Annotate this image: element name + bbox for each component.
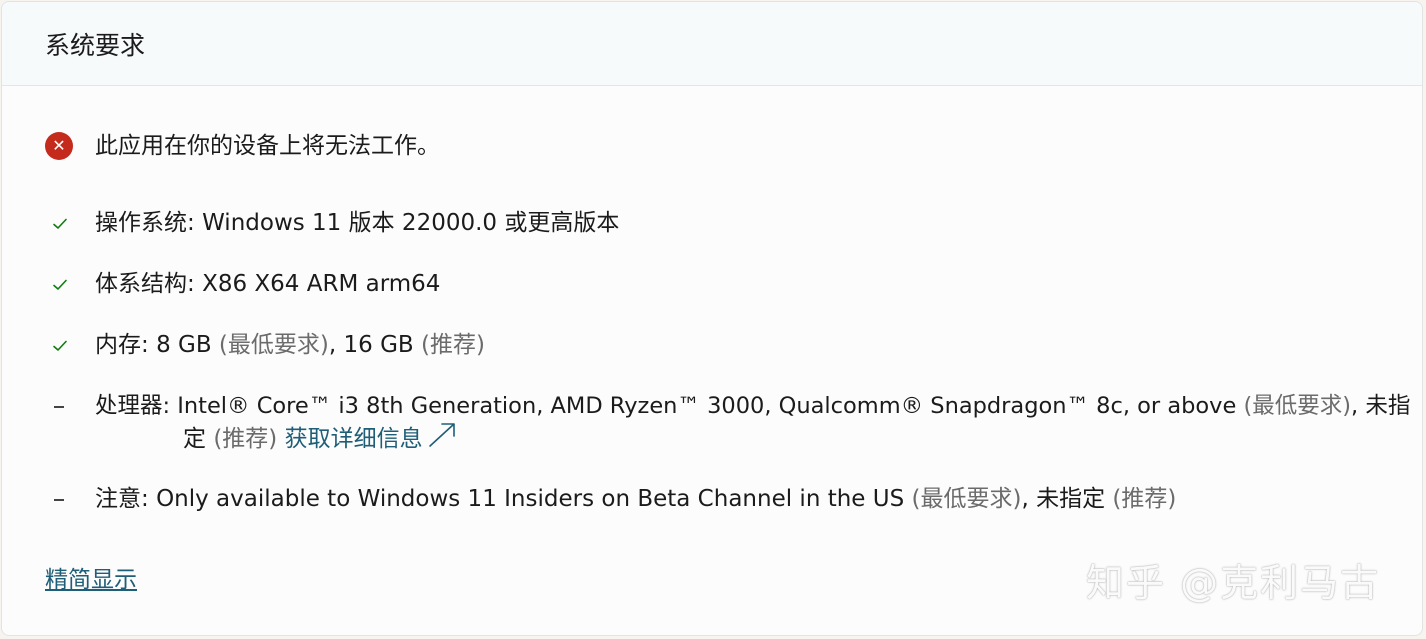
requirement-text: 操作系统: Windows 11 版本 22000.0 或更高版本 bbox=[95, 207, 619, 240]
external-link-icon bbox=[428, 423, 455, 447]
min-value: Only available to Windows 11 Insiders on… bbox=[156, 486, 905, 512]
separator: , bbox=[1021, 486, 1037, 512]
min-tag: (最低要求) bbox=[218, 332, 329, 358]
min-tag: (最低要求) bbox=[911, 486, 1022, 512]
system-requirements-panel: 系统要求 ✕ 此应用在你的设备上将无法工作。 操作系统: Windows 11 … bbox=[1, 1, 1423, 636]
requirement-label: 内存: bbox=[95, 332, 157, 358]
dash-icon bbox=[54, 406, 64, 408]
requirement-label: 注意: bbox=[95, 486, 157, 512]
more-info-label: 获取详细信息 bbox=[284, 426, 423, 452]
rec-value-part1: 未指 bbox=[1365, 393, 1411, 419]
panel-header: 系统要求 bbox=[2, 2, 1422, 86]
requirement-label: 体系结构: bbox=[95, 271, 203, 297]
dash-icon bbox=[54, 499, 64, 501]
check-icon bbox=[53, 218, 67, 229]
panel-title: 系统要求 bbox=[45, 31, 146, 60]
requirement-text: 体系结构: X86 X64 ARM arm64 bbox=[95, 268, 440, 301]
rec-tag: (推荐) bbox=[213, 426, 278, 452]
requirement-value: X86 X64 ARM arm64 bbox=[202, 271, 441, 297]
requirement-label: 处理器: bbox=[95, 393, 178, 419]
rec-value: 未指定 bbox=[1036, 486, 1106, 512]
separator: , bbox=[1351, 393, 1366, 419]
requirement-text-continued: 定 (推荐) 获取详细信息 bbox=[183, 422, 457, 456]
show-less-link[interactable]: 精简显示 bbox=[45, 564, 137, 597]
min-tag: (最低要求) bbox=[1243, 393, 1352, 419]
error-circle-icon: ✕ bbox=[45, 132, 73, 160]
requirement-label: 操作系统: bbox=[95, 210, 203, 236]
check-icon bbox=[53, 340, 67, 351]
rec-tag: (推荐) bbox=[1112, 486, 1177, 512]
requirement-text: 处理器: Intel® Core™ i3 8th Generation, AMD… bbox=[95, 390, 1410, 423]
watermark-text: 知乎 @克利马古 bbox=[1086, 561, 1381, 605]
rec-value: 16 GB bbox=[343, 332, 414, 358]
more-info-link[interactable]: 获取详细信息 bbox=[284, 423, 457, 452]
min-value: 8 GB bbox=[156, 332, 212, 358]
requirement-text: 内存: 8 GB (最低要求), 16 GB (推荐) bbox=[95, 329, 485, 362]
check-icon bbox=[53, 279, 67, 290]
status-message: 此应用在你的设备上将无法工作。 bbox=[95, 133, 440, 159]
requirement-value: Windows 11 版本 22000.0 或更高版本 bbox=[202, 210, 620, 236]
min-value: Intel® Core™ i3 8th Generation, AMD Ryze… bbox=[177, 393, 1237, 419]
requirement-text: 注意: Only available to Windows 11 Insider… bbox=[95, 483, 1176, 516]
rec-tag: (推荐) bbox=[421, 332, 485, 358]
separator: , bbox=[328, 332, 344, 358]
rec-value-part2: 定 bbox=[183, 426, 206, 452]
